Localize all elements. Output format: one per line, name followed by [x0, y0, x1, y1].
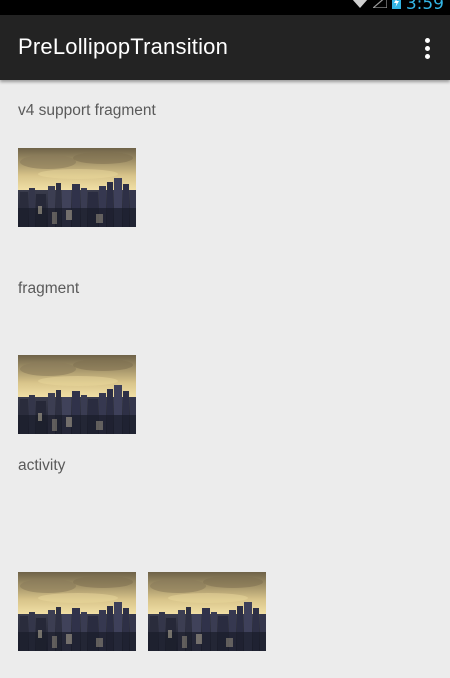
battery-icon	[391, 0, 401, 14]
section-label-fragment: fragment	[18, 280, 80, 297]
signal-icon	[371, 0, 388, 13]
section-label-activity: activity	[18, 457, 66, 474]
status-bar: 3:59	[0, 0, 450, 15]
status-icons: 3:59	[352, 0, 444, 14]
section-label-v4-support-fragment: v4 support fragment	[18, 102, 156, 119]
status-time: 3:59	[405, 0, 444, 14]
overflow-menu-icon[interactable]	[412, 33, 442, 63]
city-skyline-image[interactable]	[18, 572, 136, 651]
city-skyline-image[interactable]	[148, 572, 266, 651]
overflow-dot	[424, 53, 430, 59]
action-bar: PreLollipopTransition	[0, 15, 450, 80]
wifi-icon	[352, 0, 368, 13]
app-title: PreLollipopTransition	[18, 34, 229, 59]
overflow-dot	[424, 37, 430, 43]
city-skyline-image[interactable]	[18, 148, 136, 227]
overflow-dot	[424, 45, 430, 51]
city-skyline-image[interactable]	[18, 355, 136, 434]
